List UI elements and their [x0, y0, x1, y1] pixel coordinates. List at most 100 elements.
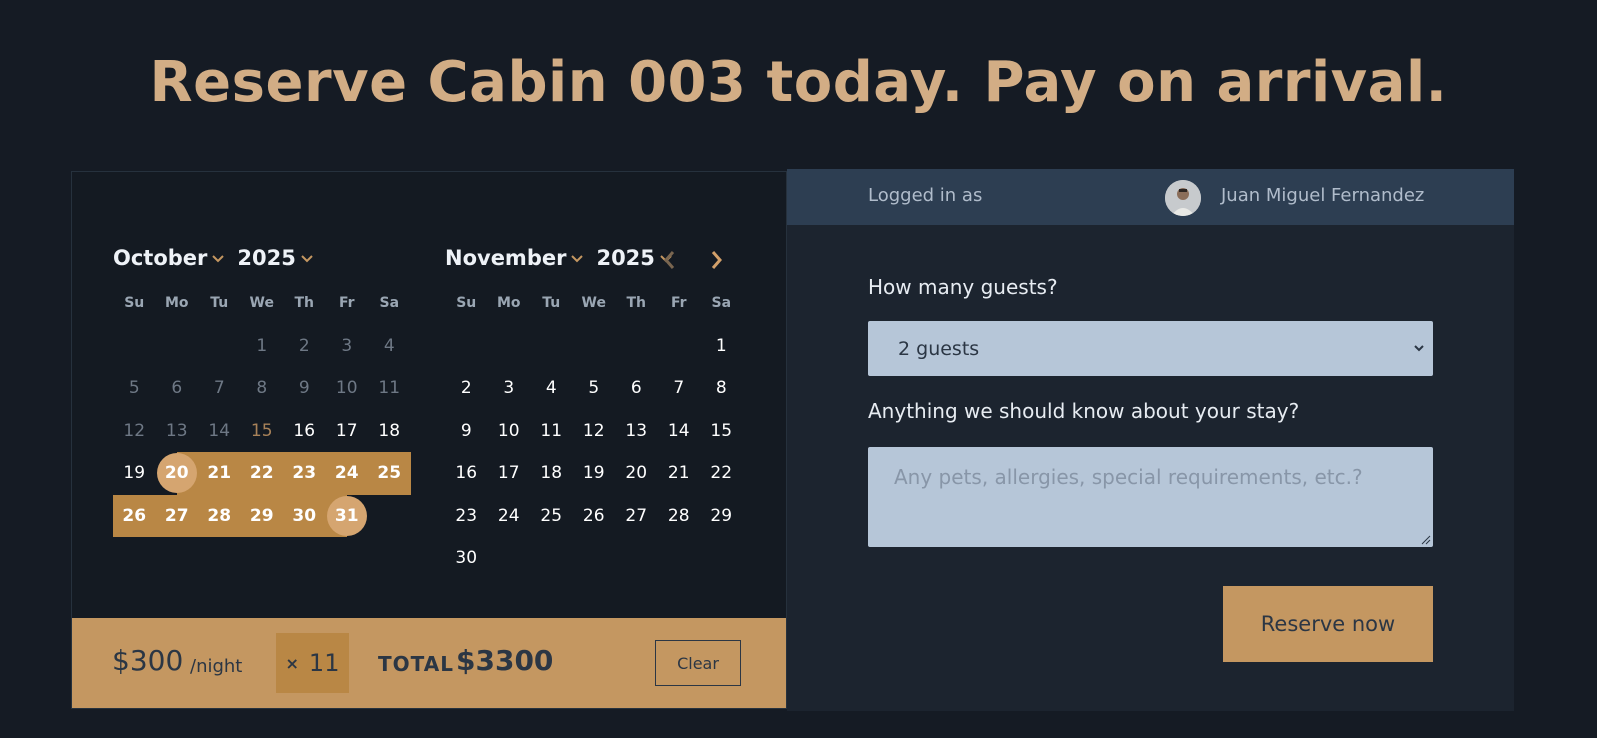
page-title: Reserve Cabin 003 today. Pay on arrival. [149, 50, 1448, 115]
day-number: 5 [588, 378, 600, 399]
guests-select[interactable]: 2 guests [868, 321, 1433, 376]
day-cell[interactable]: 26 [113, 494, 156, 537]
day-cell[interactable]: 6 [156, 367, 199, 410]
day-cell[interactable]: 22 [700, 452, 743, 495]
day-number: 30 [292, 505, 317, 526]
day-number: 14 [208, 420, 231, 441]
day-cell[interactable]: 5 [573, 367, 616, 410]
year-select-october[interactable]: 2025 [237, 246, 313, 270]
day-cell[interactable]: 27 [155, 494, 198, 537]
day-cell[interactable]: 31 [325, 494, 368, 537]
clear-button[interactable]: Clear [655, 640, 741, 686]
day-cell[interactable]: 10 [488, 410, 531, 453]
notes-textarea[interactable]: Any pets, allergies, special requirement… [868, 447, 1433, 547]
day-cell[interactable]: 17 [326, 410, 369, 453]
day-cell[interactable]: 1 [241, 325, 284, 368]
chevron-right-icon[interactable] [706, 248, 726, 272]
day-cell[interactable]: 7 [658, 367, 701, 410]
day-cell[interactable]: 14 [198, 410, 241, 453]
resize-grip-icon[interactable] [1421, 535, 1431, 545]
logged-in-label: Logged in as [868, 185, 983, 206]
day-cell[interactable]: 13 [156, 410, 199, 453]
day-cell[interactable]: 10 [326, 367, 369, 410]
day-cell[interactable]: 18 [368, 410, 411, 453]
day-cell[interactable]: 29 [700, 495, 743, 538]
day-cell[interactable]: 1 [700, 325, 743, 368]
day-cell[interactable]: 21 [198, 452, 241, 495]
weekday-label: Fr [338, 295, 355, 312]
day-cell[interactable]: 15 [241, 410, 284, 453]
day-cell[interactable]: 20 [615, 452, 658, 495]
month-select-november[interactable]: November [445, 246, 584, 270]
day-cell[interactable]: 19 [573, 452, 616, 495]
day-cell[interactable]: 26 [573, 495, 616, 538]
day-cell[interactable]: 15 [700, 410, 743, 453]
day-cell[interactable]: 25 [368, 452, 411, 495]
chevron-left-icon[interactable] [660, 248, 680, 272]
day-number: 1 [256, 335, 268, 356]
weekday-label: Mo [496, 295, 521, 312]
day-number: 17 [335, 420, 358, 441]
day-number: 21 [207, 463, 232, 484]
month-select-october[interactable]: October [113, 246, 225, 270]
day-cell[interactable]: 24 [325, 452, 368, 495]
day-number: 26 [122, 505, 147, 526]
day-cell[interactable]: 23 [283, 452, 326, 495]
day-cell[interactable]: 23 [445, 495, 488, 538]
day-cell[interactable]: 4 [530, 367, 573, 410]
day-cell[interactable]: 4 [368, 325, 411, 368]
day-cell[interactable]: 11 [530, 410, 573, 453]
day-cell[interactable]: 2 [445, 367, 488, 410]
november-grid: Su Mo Tu We Th Fr Sa 1 2 3 4 5 6 7 8 9 10 11 12 13 14 15 16 17 1… [445, 282, 743, 580]
weekday-label: Sa [379, 295, 400, 312]
day-cell[interactable]: 22 [240, 452, 283, 495]
day-cell[interactable]: 29 [240, 494, 283, 537]
day-cell[interactable]: 14 [658, 410, 701, 453]
total-label: TOTAL [378, 652, 454, 676]
day-cell[interactable]: 12 [573, 410, 616, 453]
day-cell[interactable]: 30 [283, 494, 326, 537]
day-cell[interactable]: 8 [700, 367, 743, 410]
day-cell[interactable]: 27 [615, 495, 658, 538]
weekday-label: Mo [164, 295, 189, 312]
day-cell[interactable]: 7 [198, 367, 241, 410]
day-cell[interactable]: 9 [283, 367, 326, 410]
day-cell[interactable]: 3 [326, 325, 369, 368]
day-cell[interactable]: 30 [445, 537, 488, 580]
day-cell[interactable]: 3 [488, 367, 531, 410]
select-caret-icon [1414, 345, 1424, 352]
day-cell[interactable]: 21 [658, 452, 701, 495]
october-header: October 2025 [113, 244, 326, 272]
day-cell[interactable]: 20 [155, 452, 198, 495]
day-number: 20 [625, 463, 648, 484]
nightly-price: $300 [112, 644, 184, 677]
day-cell[interactable]: 2 [283, 325, 326, 368]
day-cell[interactable]: 13 [615, 410, 658, 453]
day-cell[interactable]: 6 [615, 367, 658, 410]
day-cell[interactable]: 16 [445, 452, 488, 495]
day-cell[interactable]: 11 [368, 367, 411, 410]
day-cell[interactable]: 9 [445, 410, 488, 453]
day-cell[interactable]: 16 [283, 410, 326, 453]
day-cell[interactable]: 17 [488, 452, 531, 495]
day-number: 29 [249, 505, 274, 526]
month-label: October [113, 246, 208, 270]
day-cell[interactable]: 12 [113, 410, 156, 453]
day-cell[interactable]: 5 [113, 367, 156, 410]
day-cell[interactable]: 8 [241, 367, 284, 410]
day-cell[interactable]: 18 [530, 452, 573, 495]
year-label: 2025 [237, 246, 296, 270]
day-number: 18 [378, 420, 401, 441]
reserve-now-button[interactable]: Reserve now [1223, 586, 1433, 662]
day-number: 30 [455, 548, 478, 569]
day-number: 27 [625, 505, 648, 526]
day-number: 8 [256, 378, 268, 399]
day-cell[interactable]: 28 [198, 494, 241, 537]
weekday-label: Tu [210, 295, 229, 312]
day-cell[interactable]: 24 [488, 495, 531, 538]
day-cell[interactable]: 28 [658, 495, 701, 538]
day-number: 11 [378, 378, 401, 399]
day-cell[interactable]: 19 [113, 452, 156, 495]
day-cell[interactable]: 25 [530, 495, 573, 538]
multiply-sign: × [285, 653, 299, 673]
